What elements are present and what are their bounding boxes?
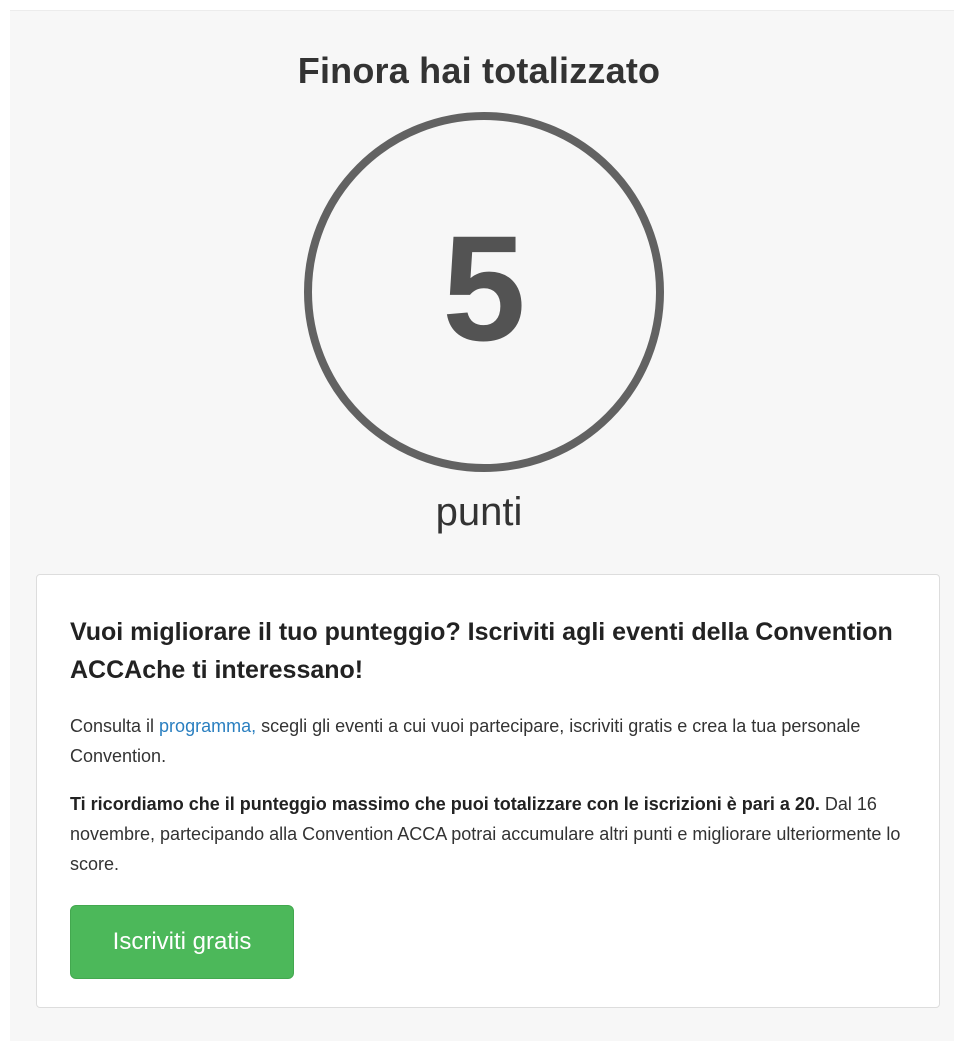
page-title: Finora hai totalizzato [297, 50, 661, 91]
card-heading: Vuoi migliorare il tuo punteggio? Iscriv… [70, 618, 893, 684]
points-label: punti [435, 490, 523, 534]
info-card: Vuoi migliorare il tuo punteggio? Iscriv… [36, 574, 940, 1008]
max-score-note: Ti ricordiamo che il punteggio massimo c… [70, 794, 820, 814]
max-score-paragraph: Ti ricordiamo che il punteggio massimo c… [70, 789, 910, 879]
signup-button[interactable]: Iscriviti gratis [70, 905, 294, 979]
score-circle: 5 [304, 112, 664, 472]
program-link[interactable]: programma, [159, 716, 256, 736]
program-paragraph: Consulta il programma, scegli gli eventi… [70, 711, 910, 771]
program-text-before: Consulta il [70, 716, 160, 736]
score-value: 5 [442, 204, 526, 372]
